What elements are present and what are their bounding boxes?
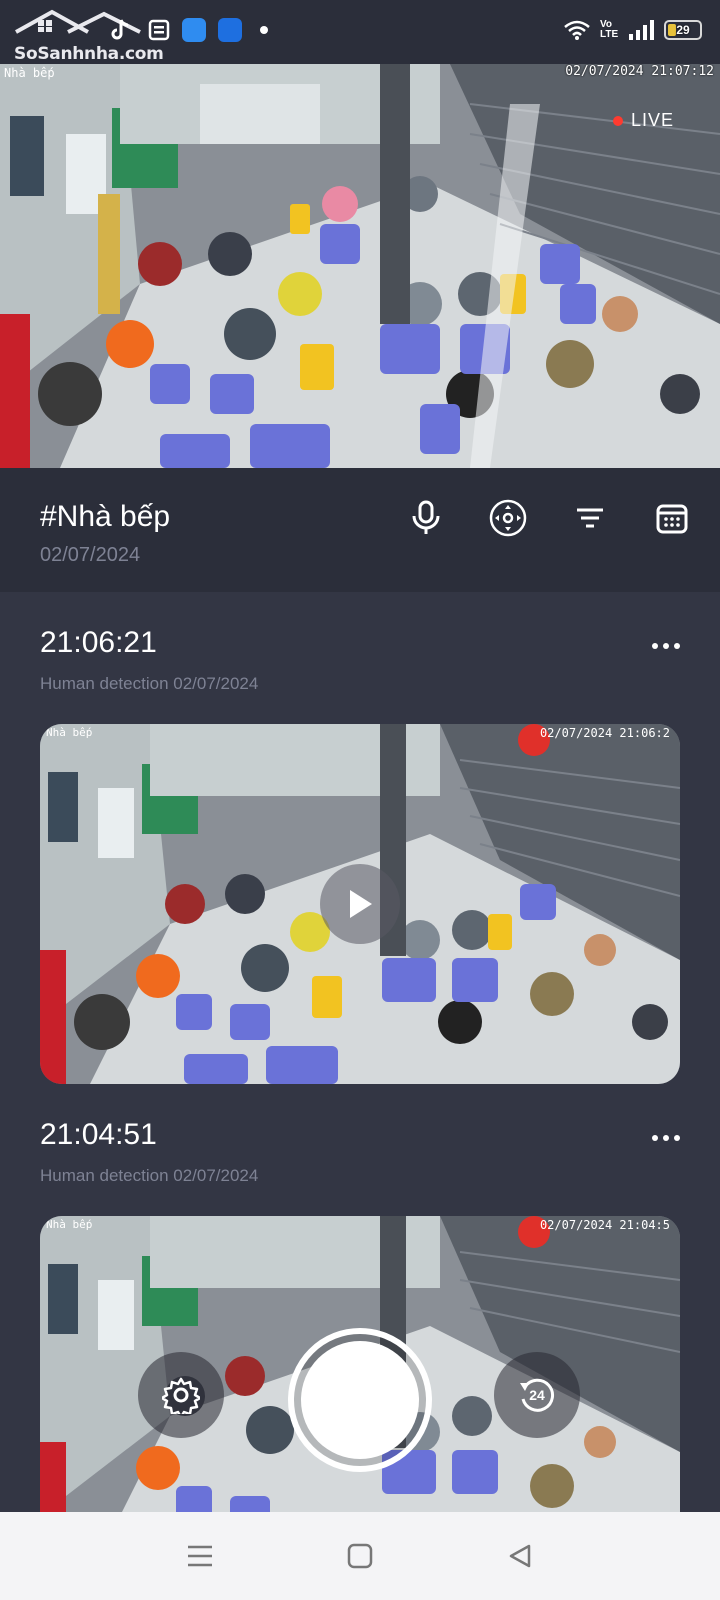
notification-icons (100, 18, 268, 42)
event-description: Human detection 02/07/2024 (40, 1166, 259, 1185)
ptz-control-icon (489, 499, 527, 537)
dot-icon (652, 643, 658, 649)
back-triangle-icon (509, 1544, 531, 1568)
home-square-icon (347, 1543, 373, 1569)
live-recording-dot (612, 115, 623, 126)
event-item: 21:06:21 Human detection 02/07/2024 Nhà … (0, 592, 720, 1084)
dot-icon (663, 643, 669, 649)
camera-name: #Nhà bếp (40, 500, 171, 533)
header-actions (406, 498, 692, 538)
more-notifications-dot (260, 26, 268, 34)
camera-app-screen: SoSanhnha.com Vo LTE 29 Nhà bếp 02/07/20… (0, 0, 720, 1600)
camera-header: #Nhà bếp 02/07/2024 (0, 468, 720, 592)
menu-icon (188, 1545, 212, 1567)
live-camera-label: Nhà bếp (4, 66, 55, 80)
dot-icon (674, 1135, 680, 1141)
dot-icon (674, 643, 680, 649)
microphone-button[interactable] (406, 498, 446, 538)
capture-controls: 24 (0, 1322, 720, 1482)
filter-icon (577, 508, 603, 528)
play-button[interactable] (320, 864, 400, 944)
status-bar: SoSanhnha.com Vo LTE 29 (0, 0, 720, 64)
wifi-icon (564, 20, 590, 40)
microphone-icon (412, 500, 440, 534)
dot-icon (652, 1135, 658, 1141)
system-status: Vo LTE 29 (564, 20, 702, 40)
blue-app-icon (182, 18, 206, 42)
camera-app-icon (218, 18, 242, 42)
filter-button[interactable] (570, 498, 610, 538)
back-button[interactable] (500, 1536, 540, 1576)
battery-level: 29 (676, 23, 690, 37)
thumbnail-camera-label: Nhà bếp (46, 726, 93, 739)
play-icon (350, 890, 372, 918)
calendar-button[interactable] (652, 498, 692, 538)
thumbnail-timestamp: 02/07/2024 21:04:5 (539, 1218, 670, 1232)
more-options-button[interactable] (652, 1132, 680, 1144)
signal-icon (629, 20, 654, 40)
live-video-feed[interactable]: Nhà bếp 02/07/2024 21:07:12 LIVE (0, 64, 720, 468)
recent-apps-button[interactable] (180, 1536, 220, 1576)
tiktok-icon (111, 19, 129, 40)
replay-label: 24 (529, 1387, 545, 1403)
dot-icon (663, 1135, 669, 1141)
ptz-control-button[interactable] (488, 498, 528, 538)
thumbnail-timestamp: 02/07/2024 21:06:2 (539, 726, 670, 740)
system-nav-bar (0, 1512, 720, 1600)
event-time: 21:04:51 (40, 1118, 157, 1151)
settings-button[interactable] (138, 1352, 224, 1438)
replay-24h-button[interactable]: 24 (494, 1352, 580, 1438)
camera-date: 02/07/2024 (40, 544, 141, 566)
event-time: 21:06:21 (40, 626, 157, 659)
live-badge: LIVE (612, 110, 674, 131)
network-label: Vo LTE (600, 19, 619, 40)
live-label: LIVE (630, 110, 674, 130)
battery-indicator: 29 (664, 20, 702, 40)
shutter-icon (301, 1341, 419, 1459)
gear-icon (162, 1377, 200, 1414)
home-button[interactable] (340, 1536, 380, 1576)
event-thumbnail[interactable]: Nhà bếp 02/07/2024 21:06:2 (40, 724, 680, 1084)
calendar-icon (656, 504, 688, 534)
live-timestamp: 02/07/2024 21:07:12 (565, 64, 714, 79)
more-options-button[interactable] (652, 640, 680, 652)
snapshot-button[interactable] (288, 1328, 432, 1472)
watermark-text: SoSanhnha.com (14, 44, 164, 64)
thumbnail-camera-label: Nhà bếp (46, 1218, 93, 1231)
event-description: Human detection 02/07/2024 (40, 674, 259, 693)
app-notification-icon (148, 19, 170, 41)
